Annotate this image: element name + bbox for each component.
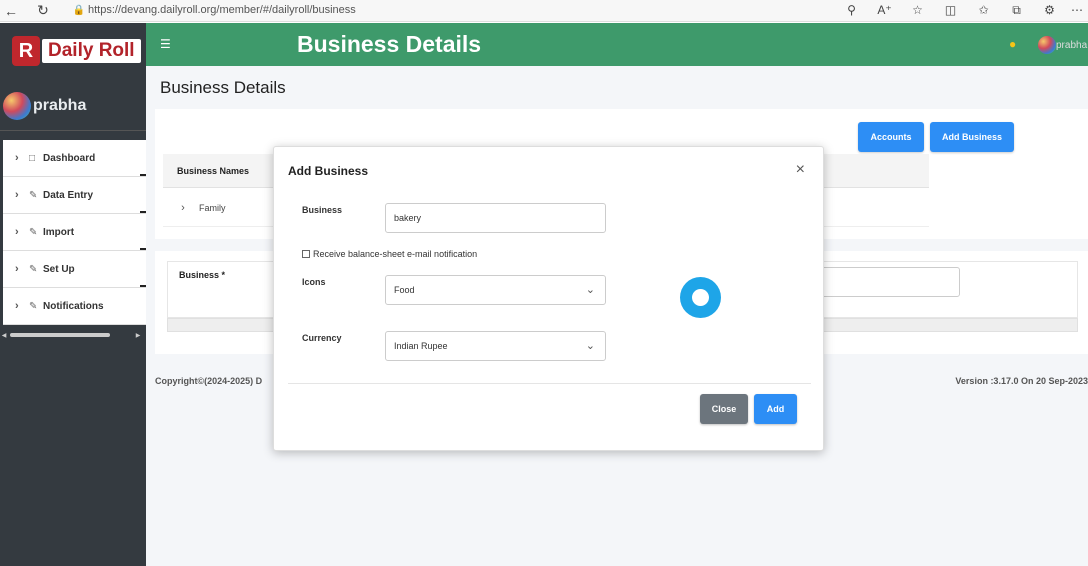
sidebar-item-import[interactable]: › ✎ Import: [3, 214, 146, 251]
page-title: Business Details: [160, 78, 286, 97]
business-field-label: Business *: [179, 270, 226, 280]
add-button[interactable]: Add: [754, 394, 797, 424]
chevron-right-icon: ›: [15, 300, 19, 312]
browser-actions: ⚲ A⁺ ☆ ◫ ✩ ⧉ ⚙ ⋯: [835, 0, 1088, 20]
pencil-icon: ✎: [29, 189, 38, 201]
extension-icon[interactable]: ⚙: [1033, 3, 1066, 17]
scroll-right-icon[interactable]: ▶: [134, 332, 142, 339]
favorites-icon[interactable]: ✩: [967, 3, 1000, 17]
logo-mark: R: [12, 36, 40, 66]
sidebar-item-notifications[interactable]: › ✎ Notifications: [3, 288, 146, 325]
pencil-icon: ✎: [29, 300, 38, 312]
business-label: Business: [302, 205, 343, 215]
copyright-text: Copyright©(2024-2025) D: [155, 376, 263, 386]
more-icon[interactable]: ⋯: [1066, 3, 1088, 17]
close-button[interactable]: Close: [700, 394, 748, 424]
sidebar-item-dashboard[interactable]: › □ Dashboard: [3, 140, 146, 177]
currency-label: Currency: [302, 333, 342, 343]
header-title: Business Details: [297, 31, 482, 57]
chevron-right-icon: ›: [15, 189, 19, 201]
icons-label: Icons: [302, 277, 326, 287]
refresh-icon[interactable]: ↻: [32, 0, 54, 22]
logo[interactable]: R Daily Roll: [12, 35, 141, 67]
modal-title: Add Business: [288, 164, 369, 178]
file-icon: □: [29, 152, 36, 164]
email-notification-checkbox[interactable]: [302, 250, 310, 258]
icons-select[interactable]: Food ⌄: [385, 275, 606, 305]
avatar: [3, 92, 31, 120]
top-header: ☰ Business Details ● prabha: [146, 23, 1088, 66]
browser-toolbar: ← ↻ 🔒 https://devang.dailyroll.org/membe…: [0, 0, 1088, 22]
favorite-star-icon[interactable]: ☆: [901, 3, 934, 17]
food-plate-icon: [680, 277, 721, 318]
chevron-down-icon: ⌄: [585, 284, 595, 296]
sidebar: R Daily Roll prabha › □ Dashboard › ✎ Da…: [0, 23, 146, 566]
pencil-icon: ✎: [29, 263, 38, 275]
read-aloud-icon[interactable]: A⁺: [868, 3, 901, 17]
address-bar[interactable]: 🔒 https://devang.dailyroll.org/member/#/…: [70, 0, 940, 20]
currency-select-value: Indian Rupee: [394, 341, 448, 351]
modal-divider: [288, 383, 811, 384]
sidebar-divider: [0, 130, 146, 131]
icons-select-value: Food: [394, 285, 415, 295]
email-notification-checkbox-row[interactable]: Receive balance-sheet e-mail notificatio…: [302, 249, 477, 259]
scrollbar-thumb[interactable]: [10, 333, 110, 337]
column-header-business-names: Business Names: [177, 165, 250, 176]
version-text: Version :3.17.0 On 20 Sep-2023: [955, 376, 1088, 386]
checkbox-label: Receive balance-sheet e-mail notificatio…: [313, 249, 478, 259]
sidebar-item-data-entry[interactable]: › ✎ Data Entry: [3, 177, 146, 214]
header-user-name[interactable]: prabha: [1056, 40, 1087, 51]
sidebar-user[interactable]: prabha: [3, 92, 86, 120]
add-business-modal: Add Business × Business Receive balance-…: [273, 146, 824, 451]
logo-text: Daily Roll: [42, 39, 141, 63]
back-icon[interactable]: ←: [0, 0, 22, 22]
chevron-down-icon: ⌄: [585, 340, 595, 352]
lock-icon: 🔒: [72, 4, 86, 16]
sidebar-scrollbar[interactable]: ◀ ▶: [0, 331, 146, 339]
sidebar-item-label: Notifications: [43, 300, 104, 312]
sidebar-user-name: prabha: [33, 97, 87, 114]
sidebar-menu: › □ Dashboard › ✎ Data Entry › ✎ Import …: [3, 140, 146, 325]
add-business-button[interactable]: Add Business: [930, 122, 1014, 152]
sidebar-item-label: Set Up: [43, 263, 75, 275]
plate: [692, 289, 709, 306]
collections-icon[interactable]: ⧉: [1000, 3, 1033, 18]
sidebar-item-label: Import: [43, 226, 75, 238]
sidebar-item-set-up[interactable]: › ✎ Set Up: [3, 251, 146, 288]
sidebar-item-label: Data Entry: [43, 189, 94, 201]
header-avatar[interactable]: [1038, 36, 1056, 54]
chevron-right-icon: ›: [15, 263, 19, 275]
currency-select[interactable]: Indian Rupee ⌄: [385, 331, 606, 361]
business-name-input[interactable]: [385, 203, 606, 233]
close-icon[interactable]: ×: [796, 161, 805, 179]
zoom-icon[interactable]: ⚲: [835, 3, 868, 17]
sidebar-item-label: Dashboard: [43, 152, 96, 164]
pencil-icon: ✎: [29, 226, 38, 238]
url-text: https://devang.dailyroll.org/member/#/da…: [88, 4, 356, 16]
scroll-left-icon[interactable]: ◀: [0, 332, 8, 339]
chevron-right-icon: ›: [15, 152, 19, 164]
hamburger-menu-icon[interactable]: ☰: [160, 37, 171, 51]
accounts-button[interactable]: Accounts: [858, 122, 924, 152]
bell-icon[interactable]: ●: [1009, 37, 1016, 51]
business-name-cell: Family: [199, 202, 226, 213]
split-screen-icon[interactable]: ◫: [934, 3, 967, 17]
chevron-right-icon: ›: [15, 226, 19, 238]
chevron-right-icon[interactable]: ›: [167, 202, 199, 214]
